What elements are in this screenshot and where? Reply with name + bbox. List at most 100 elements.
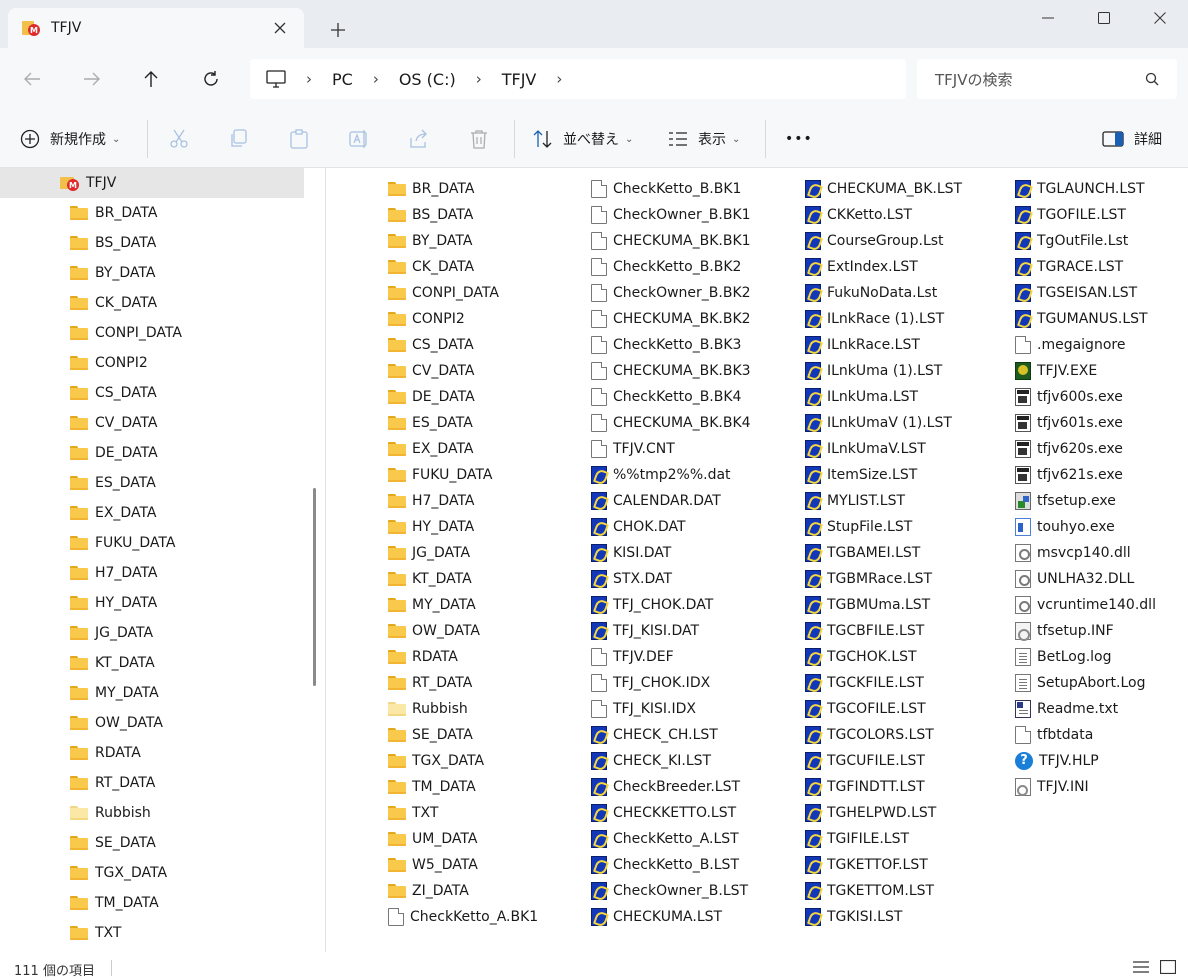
file-item[interactable]: CheckOwner_B.BK1: [591, 203, 751, 227]
sidebar-item-folder[interactable]: CV_DATA: [70, 408, 157, 438]
file-item[interactable]: tfsetup.INF: [1015, 619, 1114, 643]
folder-item[interactable]: SE_DATA: [388, 723, 473, 747]
folder-item[interactable]: BY_DATA: [388, 229, 472, 253]
folder-item[interactable]: Rubbish: [388, 697, 468, 721]
file-item[interactable]: StupFile.LST: [805, 515, 912, 539]
folder-item[interactable]: EX_DATA: [388, 437, 474, 461]
folder-item[interactable]: TM_DATA: [388, 775, 476, 799]
file-item[interactable]: TFJV.DEF: [591, 645, 674, 669]
file-item[interactable]: TGFINDTT.LST: [805, 775, 925, 799]
file-item[interactable]: TFJ_KISI.IDX: [591, 697, 696, 721]
file-item[interactable]: SetupAbort.Log: [1015, 671, 1145, 695]
sidebar-scrollbar[interactable]: [313, 488, 316, 686]
file-item[interactable]: ILnkUmaV.LST: [805, 437, 926, 461]
copy-button[interactable]: [228, 122, 250, 156]
sidebar-item-folder[interactable]: CONPI_DATA: [70, 318, 182, 348]
sidebar-item-folder[interactable]: TXT: [70, 918, 121, 948]
file-item[interactable]: CHECKUMA_BK.BK2: [591, 307, 751, 331]
sidebar-item-folder[interactable]: JG_DATA: [70, 618, 153, 648]
file-item[interactable]: TGBMUma.LST: [805, 593, 930, 617]
file-item[interactable]: ILnkRace (1).LST: [805, 307, 944, 331]
file-item[interactable]: vcruntime140.dll: [1015, 593, 1156, 617]
file-item[interactable]: tfjv621s.exe: [1015, 463, 1123, 487]
file-item[interactable]: tfjv620s.exe: [1015, 437, 1123, 461]
file-item[interactable]: CheckKetto_A.BK1: [388, 905, 538, 929]
file-item[interactable]: TgOutFile.Lst: [1015, 229, 1128, 253]
file-item[interactable]: UNLHA32.DLL: [1015, 567, 1134, 591]
file-item[interactable]: TGBMRace.LST: [805, 567, 932, 591]
folder-item[interactable]: CV_DATA: [388, 359, 474, 383]
sidebar-item-folder[interactable]: DE_DATA: [70, 438, 158, 468]
file-item[interactable]: MYLIST.LST: [805, 489, 905, 513]
file-item[interactable]: CheckOwner_B.BK2: [591, 281, 751, 305]
file-item[interactable]: tfbtdata: [1015, 723, 1093, 747]
folder-item[interactable]: FUKU_DATA: [388, 463, 492, 487]
file-item[interactable]: TGOFILE.LST: [1015, 203, 1126, 227]
file-item[interactable]: CHECKUMA_BK.BK1: [591, 229, 751, 253]
file-item[interactable]: TGCOLORS.LST: [805, 723, 934, 747]
chevron-right-icon[interactable]: ›: [556, 70, 562, 88]
address-bar[interactable]: › PC › OS (C:) › TFJV ›: [250, 59, 906, 99]
sidebar-item-folder[interactable]: BR_DATA: [70, 198, 157, 228]
maximize-button[interactable]: [1076, 0, 1132, 36]
new-tab-button[interactable]: [324, 16, 352, 44]
sidebar-item-folder[interactable]: HY_DATA: [70, 588, 157, 618]
file-item[interactable]: CheckKetto_B.BK2: [591, 255, 741, 279]
paste-button[interactable]: [288, 122, 310, 156]
file-item[interactable]: BetLog.log: [1015, 645, 1112, 669]
file-item[interactable]: TFJV.EXE: [1015, 359, 1097, 383]
folder-item[interactable]: DE_DATA: [388, 385, 475, 409]
folder-item[interactable]: ZI_DATA: [388, 879, 469, 903]
file-item[interactable]: Readme.txt: [1015, 697, 1118, 721]
tiles-view-toggle[interactable]: [1159, 959, 1178, 976]
folder-item[interactable]: BS_DATA: [388, 203, 473, 227]
file-item[interactable]: CheckKetto_B.BK1: [591, 177, 741, 201]
folder-item[interactable]: RDATA: [388, 645, 458, 669]
rename-button[interactable]: [348, 122, 370, 156]
folder-item[interactable]: UM_DATA: [388, 827, 477, 851]
file-item[interactable]: tfjv601s.exe: [1015, 411, 1123, 435]
file-item[interactable]: FukuNoData.Lst: [805, 281, 937, 305]
file-item[interactable]: CHOK.DAT: [591, 515, 686, 539]
file-item[interactable]: CHECK_CH.LST: [591, 723, 718, 747]
file-item[interactable]: ExtIndex.LST: [805, 255, 918, 279]
file-item[interactable]: CheckKetto_B.BK4: [591, 385, 741, 409]
file-item[interactable]: CHECKUMA_BK.LST: [805, 177, 962, 201]
folder-item[interactable]: CONPI2: [388, 307, 465, 331]
file-item[interactable]: ILnkRace.LST: [805, 333, 920, 357]
file-item[interactable]: CALENDAR.DAT: [591, 489, 721, 513]
breadcrumb-pc[interactable]: PC: [332, 70, 353, 89]
back-button[interactable]: [16, 63, 48, 95]
file-item[interactable]: CHECKUMA_BK.BK3: [591, 359, 751, 383]
file-item[interactable]: touhyo.exe: [1015, 515, 1115, 539]
file-item[interactable]: TGRACE.LST: [1015, 255, 1123, 279]
forward-button[interactable]: [76, 63, 108, 95]
details-view-toggle[interactable]: [1133, 960, 1151, 976]
file-item[interactable]: tfsetup.exe: [1015, 489, 1116, 513]
sidebar-item-folder[interactable]: TM_DATA: [70, 888, 159, 918]
file-item[interactable]: CHECKUMA.LST: [591, 905, 722, 929]
tab-tfjv[interactable]: M TFJV: [8, 8, 304, 48]
file-item[interactable]: TGHELPWD.LST: [805, 801, 936, 825]
file-item[interactable]: TGCKFILE.LST: [805, 671, 924, 695]
search-input[interactable]: TFJVの検索: [935, 69, 1145, 90]
delete-button[interactable]: [468, 122, 490, 156]
file-item[interactable]: KISI.DAT: [591, 541, 671, 565]
search-box[interactable]: TFJVの検索: [917, 59, 1177, 99]
file-item[interactable]: TGSEISAN.LST: [1015, 281, 1137, 305]
file-item[interactable]: TFJ_CHOK.DAT: [591, 593, 713, 617]
file-item[interactable]: TGIFILE.LST: [805, 827, 909, 851]
file-item[interactable]: msvcp140.dll: [1015, 541, 1131, 565]
folder-item[interactable]: CONPI_DATA: [388, 281, 499, 305]
file-item[interactable]: CHECKUMA_BK.BK4: [591, 411, 751, 435]
file-item[interactable]: CHECK_KI.LST: [591, 749, 711, 773]
folder-item[interactable]: TXT: [388, 801, 438, 825]
file-item[interactable]: STX.DAT: [591, 567, 672, 591]
file-item[interactable]: tfjv600s.exe: [1015, 385, 1123, 409]
file-item[interactable]: .megaignore: [1015, 333, 1125, 357]
file-item[interactable]: CheckKetto_B.BK3: [591, 333, 741, 357]
file-item[interactable]: TGKISI.LST: [805, 905, 902, 929]
file-item[interactable]: CourseGroup.Lst: [805, 229, 944, 253]
sidebar-item-folder[interactable]: EX_DATA: [70, 498, 157, 528]
sidebar-item-folder[interactable]: H7_DATA: [70, 558, 158, 588]
